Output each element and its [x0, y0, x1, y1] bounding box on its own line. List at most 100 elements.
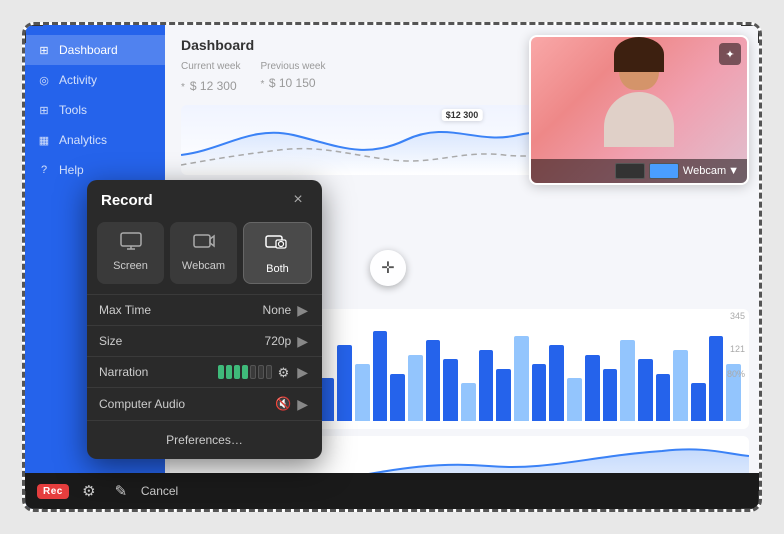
preferences-button[interactable]: Preferences… [166, 433, 243, 447]
webcam-chevron-icon: ▼ [728, 165, 739, 177]
magic-button[interactable]: ✦ [719, 43, 741, 65]
narration-seg-7 [266, 365, 272, 379]
sidebar-item-activity[interactable]: ◎ Activity [25, 65, 165, 95]
dialog-close-button[interactable]: × [288, 190, 308, 210]
help-icon: ? [37, 163, 51, 177]
sidebar-item-analytics[interactable]: ▦ Analytics [25, 125, 165, 155]
bar-item [709, 336, 724, 421]
computer-audio-label: Computer Audio [99, 397, 185, 411]
webcam-mode-label: Webcam [182, 260, 225, 272]
person-hair [614, 37, 664, 72]
bar-item [656, 374, 671, 421]
bar-item [496, 369, 511, 421]
screen-mode-label: Screen [113, 260, 148, 272]
both-mode-button[interactable]: Both [243, 222, 312, 284]
bar-item [355, 364, 370, 421]
bar-item [638, 359, 653, 421]
size-controls: 720p ▶ [265, 334, 310, 348]
narration-seg-2 [226, 365, 232, 379]
narration-seg-5 [250, 365, 256, 379]
bar-item [673, 350, 688, 421]
corner-br [741, 491, 761, 511]
bar-item [691, 383, 706, 421]
move-icon: ✛ [381, 258, 394, 278]
dialog-header: Record × [87, 180, 322, 218]
webcam-dropdown-button[interactable]: Webcam ▼ [683, 165, 739, 177]
max-time-label: Max Time [99, 303, 151, 317]
computer-audio-arrow[interactable]: ▶ [295, 397, 310, 411]
volume-mute-icon: 🔇 [275, 396, 291, 412]
max-time-value: None [263, 303, 292, 317]
narration-settings-btn[interactable]: ⚙ [276, 366, 292, 379]
max-time-arrow[interactable]: ▶ [295, 303, 310, 317]
narration-arrow[interactable]: ▶ [295, 365, 310, 379]
chart-label-345: 345 [730, 311, 745, 321]
bar-item [479, 350, 494, 421]
stat-previous: Previous week * $ 10 150 [260, 61, 325, 95]
webcam-label: Webcam [683, 165, 726, 177]
sidebar-item-tools[interactable]: ⊞ Tools [25, 95, 165, 125]
max-time-row: Max Time None ▶ [87, 294, 322, 325]
person-body [604, 92, 674, 147]
narration-bar [218, 365, 272, 379]
corner-bl [23, 491, 43, 511]
move-handle[interactable]: ✛ [370, 250, 406, 286]
sidebar-label-dashboard: Dashboard [59, 43, 118, 57]
narration-seg-1 [218, 365, 224, 379]
record-dialog: Record × Screen [87, 180, 322, 459]
size-arrow[interactable]: ▶ [295, 334, 310, 348]
narration-controls: ⚙ ▶ [218, 365, 310, 379]
narration-label: Narration [99, 365, 148, 379]
webcam-mode-icon [193, 232, 215, 254]
screen-mode-button[interactable]: Screen [97, 222, 164, 284]
dialog-title: Record [101, 192, 153, 209]
narration-row: Narration ⚙ ▶ [87, 356, 322, 387]
computer-audio-row: Computer Audio 🔇 ▶ [87, 387, 322, 420]
bar-item [443, 359, 458, 421]
bar-item [461, 383, 476, 421]
cancel-button[interactable]: Cancel [141, 484, 178, 498]
narration-seg-6 [258, 365, 264, 379]
bar-item [585, 355, 600, 421]
previous-prefix: * [260, 79, 264, 90]
sidebar-label-activity: Activity [59, 73, 97, 87]
bar-item [532, 364, 547, 421]
sidebar-label-help: Help [59, 163, 84, 177]
webcam-toolbar: Webcam ▼ [531, 159, 747, 183]
mode-buttons-group: Screen Webcam [87, 218, 322, 294]
bar-item [408, 355, 423, 421]
webcam-mode-button[interactable]: Webcam [170, 222, 237, 284]
size-row: Size 720p ▶ [87, 325, 322, 356]
computer-audio-controls: 🔇 ▶ [275, 396, 310, 412]
webcam-indicator-on [649, 163, 679, 179]
current-week-label: Current week [181, 61, 240, 72]
bar-item [549, 345, 564, 421]
both-mode-label: Both [266, 263, 289, 275]
sidebar-label-tools: Tools [59, 103, 87, 117]
sidebar-item-dashboard[interactable]: ⊞ Dashboard [25, 35, 165, 65]
main-frame: ⊞ Dashboard ◎ Activity ⊞ Tools ▦ Analyti… [22, 22, 762, 512]
chart-label-121: 121 [730, 344, 745, 354]
previous-week-label: Previous week [260, 61, 325, 72]
bar-item [603, 369, 618, 421]
person-head [619, 45, 659, 90]
current-value: * $ 12 300 [181, 74, 240, 95]
size-label: Size [99, 334, 122, 348]
bar-item [373, 331, 388, 421]
bar-item [567, 378, 582, 421]
tools-icon: ⊞ [37, 103, 51, 117]
size-value: 720p [265, 334, 292, 348]
chart-label-80: 80% [727, 369, 745, 379]
webcam-preview: ✦ Webcam ▼ [529, 35, 749, 185]
edit-icon: ✎ [115, 482, 128, 500]
settings-button[interactable]: ⚙ [77, 479, 101, 503]
screen-icon [120, 232, 142, 254]
narration-seg-4 [242, 365, 248, 379]
bar-item [390, 374, 405, 421]
both-icon [265, 233, 291, 257]
narration-seg-3 [234, 365, 240, 379]
dashboard-icon: ⊞ [37, 43, 51, 57]
bar-item [620, 340, 635, 421]
edit-button[interactable]: ✎ [109, 479, 133, 503]
current-prefix: * [181, 82, 185, 93]
